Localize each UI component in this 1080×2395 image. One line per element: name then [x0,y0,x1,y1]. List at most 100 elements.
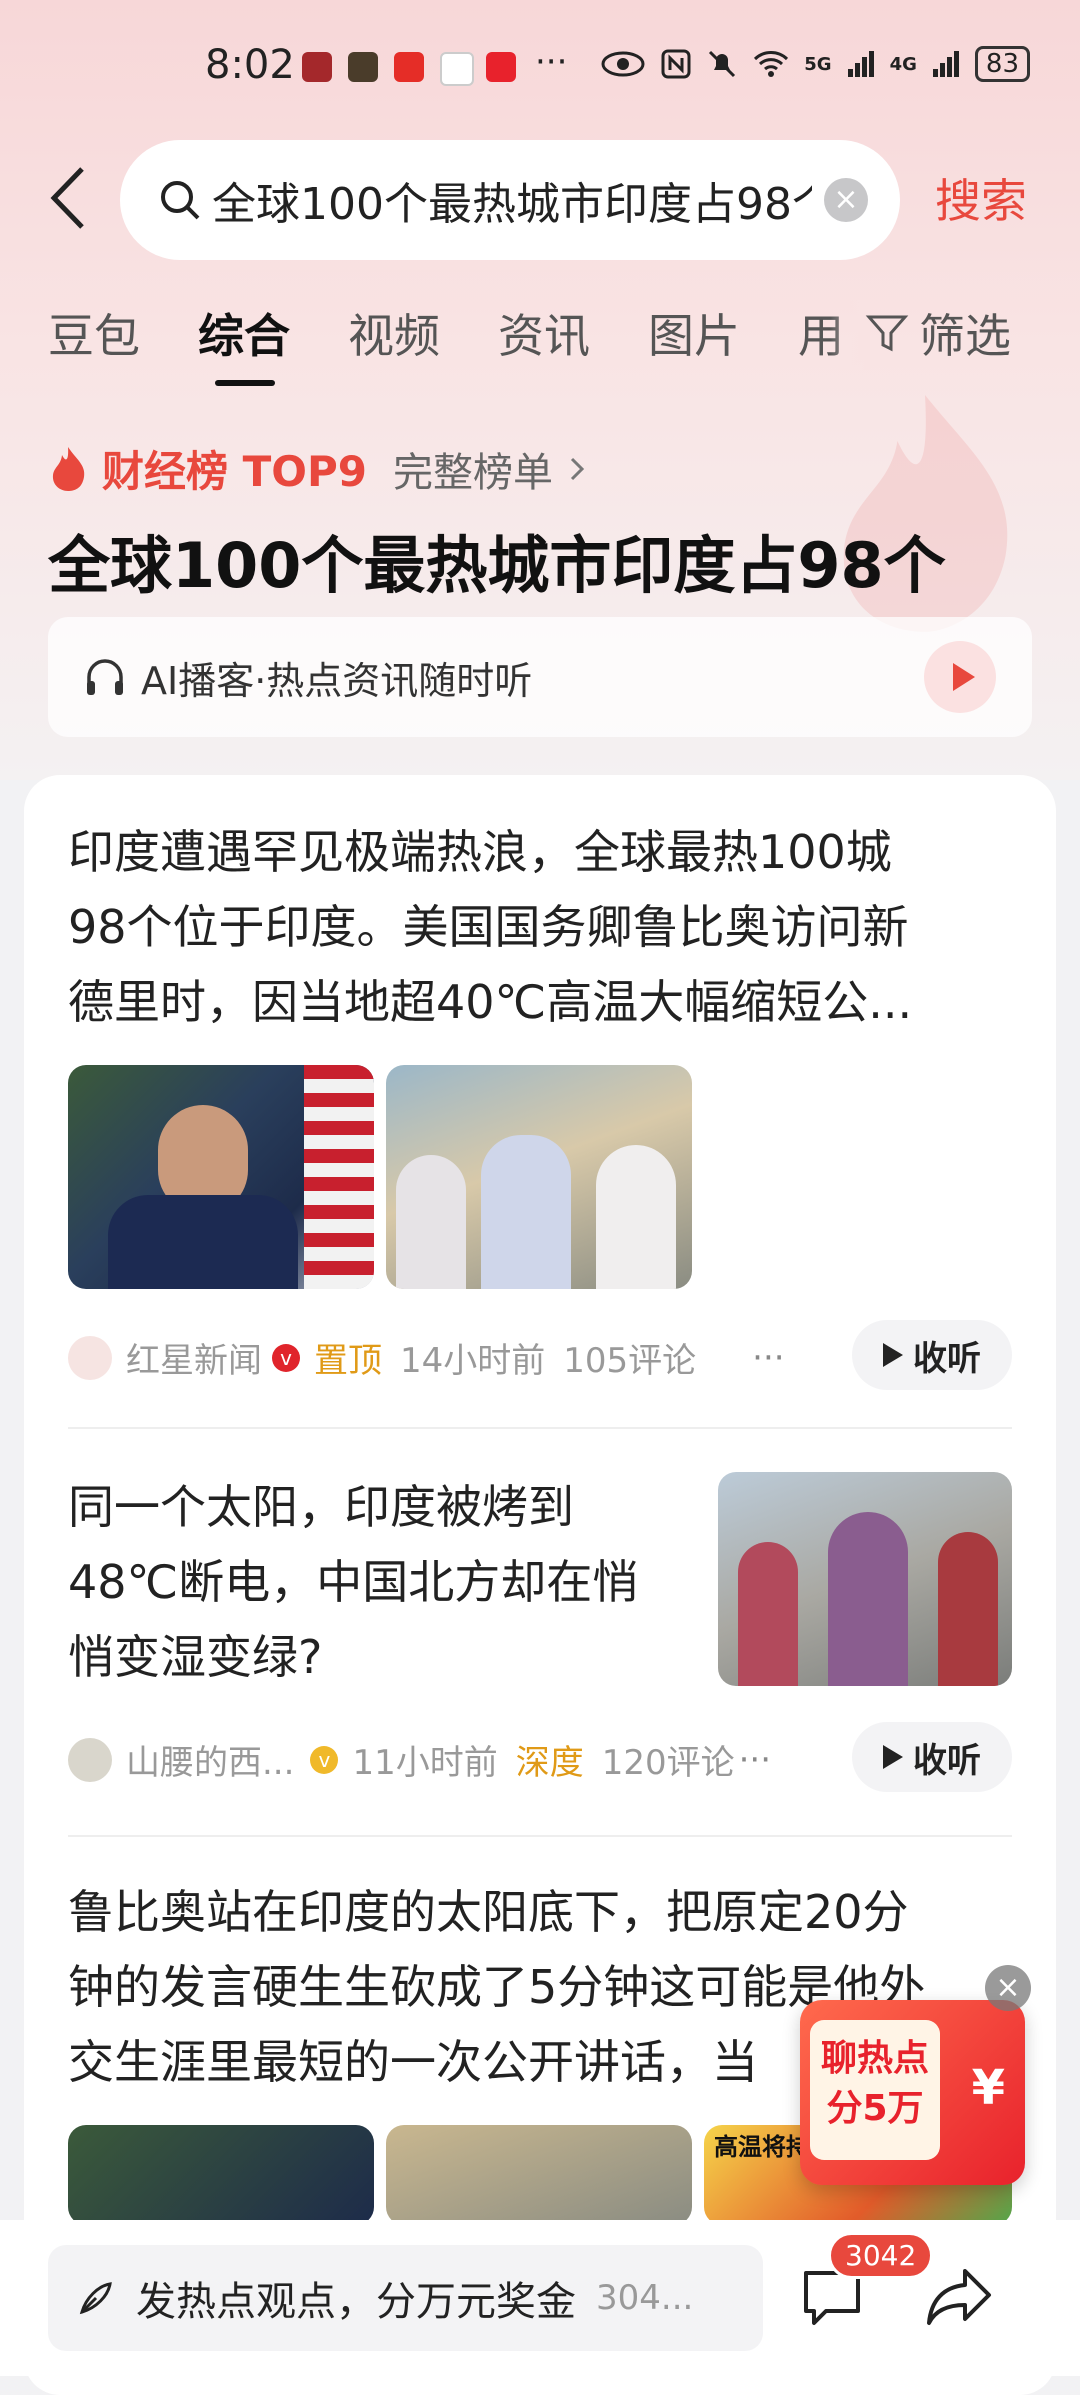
headphones-icon [87,659,123,695]
app-notification-icon [394,52,424,82]
app-notification-icon [486,52,516,82]
app-notification-icon [440,52,474,86]
article-image-heat-crowd[interactable] [386,1065,692,1289]
article-title-line: 悄变湿变绿? [68,1630,323,1684]
mute-bell-icon [709,50,736,78]
article-time: 14小时前 [400,1341,546,1381]
eye-icon [601,51,645,77]
article-image-street[interactable] [386,2125,692,2225]
signal-5g-label: 5G [804,53,832,75]
filter-button[interactable]: 筛选 [865,300,1011,366]
search-input[interactable]: 全球100个最热城市印度占98个 × [120,140,900,260]
search-icon [161,181,200,220]
filter-label: 筛选 [919,309,1011,363]
listen-label: 收听 [913,1740,981,1781]
tab-fade [830,300,870,370]
article-meta: 红星新闻 v 置顶 14小时前 105评论 ··· [68,1333,785,1382]
tab-images[interactable]: 图片 [648,300,740,366]
tab-video[interactable]: 视频 [348,300,440,366]
listen-button[interactable]: 收听 [852,1722,1012,1792]
play-icon [883,1745,903,1769]
back-button[interactable] [48,165,98,235]
article-title-line: 同一个太阳，印度被烤到 [68,1480,574,1534]
article-image-rubio[interactable] [68,2125,374,2225]
more-icon[interactable]: ··· [739,1740,771,1780]
article-title-line: 印度遭遇罕见极端热浪，全球最热100城 [68,825,892,879]
pen-icon [79,2282,112,2315]
page-title: 全球100个最热城市印度占98个 [48,529,946,602]
tab-doubao[interactable]: 豆包 [48,300,140,366]
play-icon [883,1343,903,1367]
article-title[interactable]: 印度遭遇罕见极端热浪，全球最热100城 98个位于印度。美国国务卿鲁比奥访问新 … [68,815,912,1040]
comment-prompt: 发热点观点，分万元奖金 [136,2279,576,2325]
status-bar: 8:02 ··· 5G 4G 83 [0,0,1080,140]
ai-podcast-bar[interactable]: AI播客·热点资讯随时听 [48,617,1032,737]
article-time: 11小时前 [352,1743,498,1783]
chevron-left-icon [50,167,84,229]
divider [68,1835,1012,1837]
promo-line: 聊热点 [820,2038,929,2079]
promo-line: 分5万 [826,2088,924,2129]
divider [68,1427,1012,1429]
article-title-line: 98个位于印度。美国国务卿鲁比奥访问新 [68,900,909,954]
article-title[interactable]: 鲁比奥站在印度的太阳底下，把原定20分 钟的发言硬生生砍成了5分钟这可能是他外 … [68,1875,925,2100]
article-meta: 山腰的西... v 11小时前 深度 120评论 ··· [68,1735,771,1784]
source-logo [68,1737,112,1782]
article-title-line: 德里时，因当地超40℃高温大幅缩短公... [68,975,913,1029]
nfc-icon [661,49,691,79]
app-notification-icon [302,52,332,82]
article-title-line: 钟的发言硬生生砍成了5分钟这可能是他外 [68,1960,926,2014]
promo-text: 聊热点 分5万 [810,2020,940,2160]
article-title-line: 鲁比奥站在印度的太阳底下，把原定20分 [68,1885,909,1939]
close-icon[interactable]: × [985,1965,1031,2011]
active-tab-indicator [215,380,275,386]
pinned-tag: 置顶 [314,1341,382,1381]
article-title[interactable]: 同一个太阳，印度被烤到 48℃断电，中国北方却在悄 悄变湿变绿? [68,1470,638,1695]
verified-badge-icon: v [310,1745,339,1774]
article-image-street[interactable] [718,1472,1012,1686]
fire-icon [52,446,85,491]
source-name[interactable]: 红星新闻 [126,1333,262,1382]
listen-button[interactable]: 收听 [852,1320,1012,1390]
clear-icon[interactable]: × [824,178,868,222]
wifi-icon [754,51,789,77]
tab-news[interactable]: 资讯 [498,300,590,366]
share-icon[interactable] [925,2265,993,2329]
comment-total: 304... [596,2278,694,2318]
hot-topic-reward-button[interactable]: 聊热点 分5万 ¥ [800,2000,1025,2185]
tab-general[interactable]: 综合 [198,300,290,366]
status-time: 8:02 [205,42,295,88]
more-icon[interactable]: ··· [752,1338,784,1378]
image-caption: 高温将持 [714,2133,810,2161]
play-icon[interactable] [924,641,996,713]
rank-header[interactable]: 财经榜 TOP9 完整榜单 [48,438,587,499]
yen-icon: ¥ [971,2060,1005,2116]
app-notification-icon [348,52,378,82]
status-icons: 5G 4G 83 [600,46,1030,82]
bottom-bar: 发热点观点，分万元奖金 304... 3042 [0,2220,1080,2376]
source-name[interactable]: 山腰的西... [126,1735,294,1784]
source-logo [68,1335,112,1380]
rank-title: 财经榜 TOP9 [102,447,367,496]
article-title-line: 交生涯里最短的一次公开讲话，当 [68,2035,758,2089]
article-image-rubio[interactable] [68,1065,374,1289]
signal-4g-icon [932,51,959,77]
verified-badge-icon: v [272,1343,300,1372]
comment-input[interactable]: 发热点观点，分万元奖金 304... [48,2245,763,2351]
filter-icon [865,315,909,352]
depth-tag: 深度 [515,1743,584,1783]
comment-count: 120评论 [601,1743,735,1783]
more-notifications-icon: ··· [535,42,568,82]
signal-5g-icon [847,51,874,77]
listen-label: 收听 [913,1338,981,1379]
comment-count: 105评论 [563,1341,697,1381]
podcast-label: AI播客·热点资讯随时听 [141,658,533,703]
search-query: 全球100个最热城市印度占98个 [212,179,812,230]
battery-indicator: 83 [974,46,1030,82]
signal-4g-label: 4G [889,53,917,75]
article-title-line: 48℃断电，中国北方却在悄 [68,1555,639,1609]
search-button[interactable]: 搜索 [935,165,1027,231]
comment-badge: 3042 [828,2232,934,2279]
chevron-right-icon [570,457,585,480]
full-list-link[interactable]: 完整榜单 [393,440,553,498]
